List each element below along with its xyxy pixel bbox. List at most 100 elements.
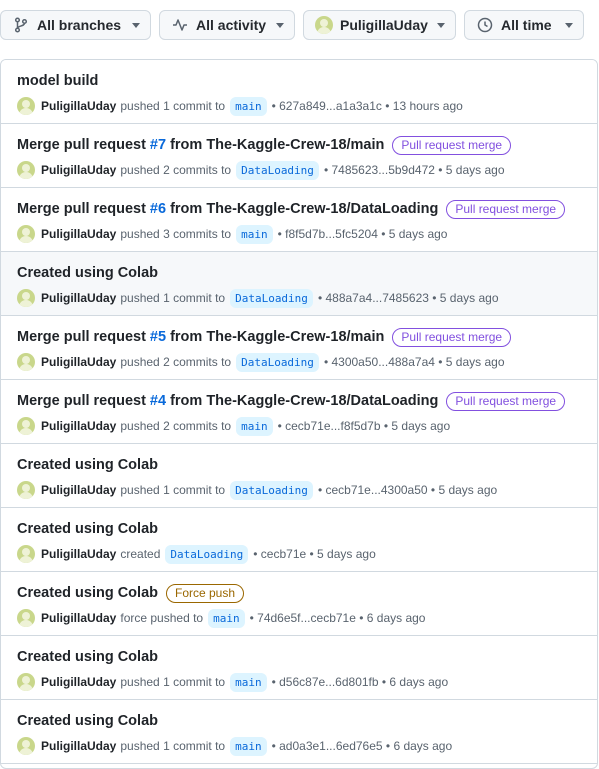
avatar[interactable] [17, 417, 35, 435]
avatar[interactable] [17, 481, 35, 499]
pull-request-link[interactable]: #5 [150, 327, 166, 347]
branch-label[interactable]: main [230, 672, 267, 692]
timestamp: 13 hours ago [392, 99, 463, 113]
commit-range-link[interactable]: 7485623...5b9d472 [331, 163, 434, 177]
activity-item[interactable]: Merge pull request #5 from The-Kaggle-Crew… [1, 316, 597, 380]
title-text[interactable]: Created using Colab [17, 263, 158, 283]
activity-item[interactable]: model build PuligillaUday pushed 1 commit … [1, 60, 597, 124]
action-text: pushed 1 commit to [120, 291, 226, 305]
activity-item[interactable]: Merge pull request #6 from The-Kaggle-Crew… [1, 188, 597, 252]
avatar[interactable] [17, 737, 35, 755]
title-text[interactable]: Created using Colab [17, 455, 158, 475]
separator-dot: • [377, 227, 389, 241]
timestamp: 5 days ago [445, 163, 505, 177]
separator-dot: • [306, 547, 318, 561]
user-link[interactable]: PuligillaUday [41, 675, 116, 689]
activity-item[interactable]: Merge pull request #4 from The-Kaggle-Crew… [1, 380, 597, 444]
branch-label[interactable]: DataLoading [230, 288, 313, 308]
activity-filter-label: All activity [196, 17, 267, 33]
activity-meta: PuligillaUday pushed 3 commits to main • f8… [17, 223, 597, 245]
branch-label[interactable]: DataLoading [236, 160, 319, 180]
branch-label[interactable]: DataLoading [165, 544, 249, 564]
user-link[interactable]: PuligillaUday [41, 99, 116, 113]
title-text[interactable]: Created using Colab [17, 583, 158, 603]
time-filter-button[interactable]: All time [464, 10, 584, 40]
activity-item[interactable]: Created using Colab PuligillaUday pushed 1… [1, 700, 597, 764]
avatar[interactable] [17, 225, 35, 243]
branch-label[interactable]: DataLoading [230, 480, 313, 500]
avatar[interactable] [17, 673, 35, 691]
user-link[interactable]: PuligillaUday [41, 419, 116, 433]
avatar[interactable] [17, 353, 35, 371]
title-text: Merge pull request [17, 329, 146, 345]
user-link[interactable]: PuligillaUday [41, 611, 116, 625]
user-filter-button[interactable]: PuligillaUday [303, 10, 456, 40]
branch-label[interactable]: main [236, 224, 273, 244]
activity-list: model build PuligillaUday pushed 1 commit … [0, 59, 598, 769]
avatar[interactable] [17, 289, 35, 307]
title-text[interactable]: Created using Colab [17, 647, 158, 667]
activity-item[interactable]: Created using Colab PuligillaUday pushed 1… [1, 636, 597, 700]
pull-request-link[interactable]: #6 [150, 199, 166, 219]
activity-item[interactable]: Created using Colab PuligillaUday pushed 1… [1, 252, 597, 316]
user-link[interactable]: PuligillaUday [41, 163, 116, 177]
action-text: created [120, 547, 161, 561]
title-text[interactable]: Created using Colab [17, 519, 158, 539]
commit-range-link[interactable]: 627a849...a1a3a1c [279, 99, 382, 113]
separator-dot: • [271, 99, 280, 113]
avatar[interactable] [17, 97, 35, 115]
branch-label[interactable]: main [230, 96, 267, 116]
commit-range-link[interactable]: ad0a3e1...6ed76e5 [279, 739, 382, 753]
activity-item[interactable]: Merge pull request #7 from The-Kaggle-Crew… [1, 124, 597, 188]
title-text: from The-Kaggle-Crew-18/main [170, 137, 385, 153]
action-text: pushed 2 commits to [120, 419, 232, 433]
user-link[interactable]: PuligillaUday [41, 739, 116, 753]
activity-title: Created using Colab Force push [17, 583, 597, 603]
activity-item[interactable]: Created using Colab PuligillaUday created D… [1, 508, 597, 572]
commit-range-link[interactable]: 488a7a4...7485623 [325, 291, 428, 305]
avatar[interactable] [17, 161, 35, 179]
commit-range-link[interactable]: cecb71e [261, 547, 306, 561]
separator-dot: • [355, 611, 367, 625]
activity-meta: PuligillaUday pushed 1 commit to main • ad0… [17, 735, 597, 757]
user-link[interactable]: PuligillaUday [41, 547, 116, 561]
user-link[interactable]: PuligillaUday [41, 291, 116, 305]
branch-label[interactable]: DataLoading [236, 352, 319, 372]
activity-title: model build [17, 71, 597, 91]
title-text[interactable]: Created using Colab [17, 711, 158, 731]
action-text: pushed 1 commit to [120, 99, 226, 113]
avatar[interactable] [17, 609, 35, 627]
commit-range-link[interactable]: f8f5d7b...5fc5204 [285, 227, 378, 241]
user-link[interactable]: PuligillaUday [41, 355, 116, 369]
activity-item[interactable]: Created using Colab PuligillaUday pushed 1… [1, 444, 597, 508]
commit-range-link[interactable]: 74d6e5f...cecb71e [257, 611, 356, 625]
branch-label[interactable]: main [208, 608, 245, 628]
activity-filter-button[interactable]: All activity [159, 10, 295, 40]
separator-dot: • [271, 675, 280, 689]
commit-range-link[interactable]: cecb71e...f8f5d7b [285, 419, 380, 433]
separator-dot: • [427, 483, 439, 497]
activity-item[interactable]: Created using Colab Force push PuligillaUd… [1, 572, 597, 636]
timestamp: 5 days ago [388, 227, 448, 241]
pull-request-merge-badge: Pull request merge [446, 199, 566, 219]
separator-dot: • [271, 739, 280, 753]
user-link[interactable]: PuligillaUday [41, 483, 116, 497]
force-push-badge: Force push [166, 583, 245, 603]
pull-request-link[interactable]: #7 [150, 135, 166, 155]
commit-range-link[interactable]: cecb71e...4300a50 [325, 483, 427, 497]
commit-range-link[interactable]: 4300a50...488a7a4 [331, 355, 434, 369]
title-text: Merge pull request [17, 137, 146, 153]
pull-request-merge-badge: Pull request merge [392, 135, 512, 155]
branches-filter-button[interactable]: All branches [0, 10, 151, 40]
branch-label[interactable]: main [230, 736, 267, 756]
branch-label[interactable]: main [236, 416, 273, 436]
title-text[interactable]: model build [17, 71, 98, 91]
chevron-down-icon [437, 22, 445, 28]
pull-request-link[interactable]: #4 [150, 391, 166, 411]
activity-title: Merge pull request #4 from The-Kaggle-Crew… [17, 391, 597, 411]
separator-dot: • [380, 419, 392, 433]
avatar[interactable] [17, 545, 35, 563]
commit-range-link[interactable]: d56c87e...6d801fb [279, 675, 378, 689]
user-link[interactable]: PuligillaUday [41, 227, 116, 241]
activity-meta: PuligillaUday force pushed to main • 74d6e5… [17, 607, 597, 629]
